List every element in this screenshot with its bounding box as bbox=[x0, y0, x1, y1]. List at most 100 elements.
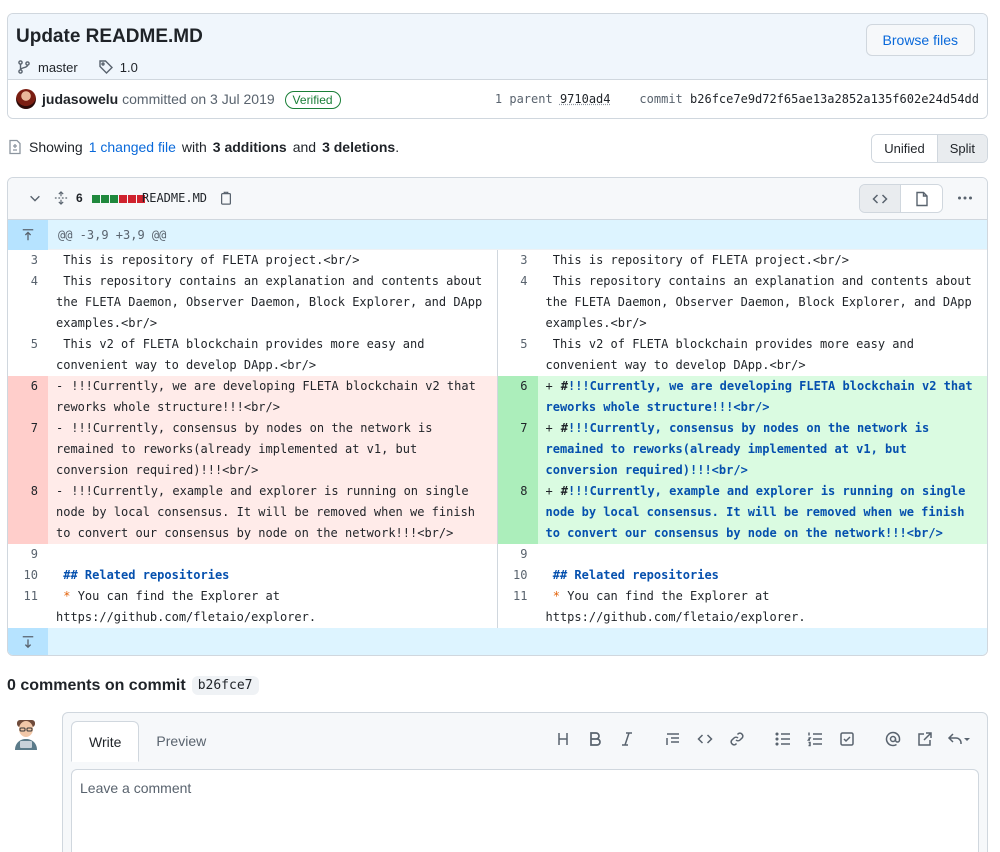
browse-files-button[interactable]: Browse files bbox=[865, 24, 975, 56]
line-code: This repository contains an explanation … bbox=[48, 271, 497, 334]
comments-count: 0 comments on commit bbox=[7, 676, 186, 694]
italic-icon[interactable] bbox=[611, 727, 643, 751]
line-number[interactable]: 9 bbox=[8, 544, 48, 565]
copy-icon[interactable] bbox=[219, 190, 233, 206]
unified-view-button[interactable]: Unified bbox=[872, 135, 937, 162]
saved-reply-icon[interactable] bbox=[941, 727, 977, 751]
deletion-marker: - bbox=[56, 484, 64, 498]
line-text: This is repository of FLETA project.<br/… bbox=[56, 253, 360, 267]
commit-meta-bar: judasowelu committed on 3 Jul 2019 Verif… bbox=[8, 80, 987, 118]
line-code: + #!!!Currently, we are developing FLETA… bbox=[538, 376, 988, 418]
expand-up-icon bbox=[22, 229, 34, 241]
diff-line: 5 This v2 of FLETA blockchain provides m… bbox=[8, 334, 497, 376]
line-code: This v2 of FLETA blockchain provides mor… bbox=[48, 334, 497, 376]
source-view-button[interactable] bbox=[860, 185, 901, 212]
line-number[interactable]: 3 bbox=[498, 250, 538, 271]
commit-refs: master 1.0 bbox=[16, 59, 138, 75]
parent-label: 1 parent bbox=[494, 92, 553, 106]
mention-icon[interactable] bbox=[877, 727, 909, 751]
kebab-menu-icon[interactable] bbox=[957, 190, 973, 206]
link-icon[interactable] bbox=[721, 727, 753, 751]
diff-line: 8- !!!Currently, example and explorer is… bbox=[8, 481, 497, 544]
line-number[interactable]: 3 bbox=[8, 250, 48, 271]
line-number[interactable]: 10 bbox=[8, 565, 48, 586]
code-icon[interactable] bbox=[689, 727, 721, 751]
line-text: This v2 of FLETA blockchain provides mor… bbox=[545, 337, 922, 372]
diff-line: 11 * You can find the Explorer at https:… bbox=[8, 586, 497, 628]
line-code bbox=[48, 544, 497, 565]
chevron-down-icon[interactable] bbox=[28, 191, 42, 205]
line-number[interactable]: 7 bbox=[8, 418, 48, 481]
line-number[interactable]: 8 bbox=[497, 481, 538, 544]
unordered-list-icon[interactable] bbox=[767, 727, 799, 751]
line-text: !!!Currently, we are developing FLETA bl… bbox=[545, 379, 980, 414]
quote-icon[interactable] bbox=[657, 727, 689, 751]
unfold-icon[interactable] bbox=[54, 190, 68, 206]
diffstat-square bbox=[92, 195, 100, 203]
diff-line: 10 ## Related repositories bbox=[8, 565, 497, 586]
line-code: ## Related repositories bbox=[48, 565, 497, 586]
bold-icon[interactable] bbox=[579, 727, 611, 751]
ordered-list-icon[interactable] bbox=[799, 727, 831, 751]
tag-name[interactable]: 1.0 bbox=[120, 60, 138, 75]
file-header: 6 README.MD bbox=[8, 178, 987, 220]
commit-header: Update README.MD master 1.0 Browse files… bbox=[7, 13, 988, 119]
diff-line: 10 ## Related repositories bbox=[498, 565, 988, 586]
comment-textarea[interactable]: Leave a comment bbox=[71, 769, 979, 852]
tab-preview[interactable]: Preview bbox=[139, 721, 223, 762]
line-number[interactable]: 9 bbox=[498, 544, 538, 565]
file-diff-icon bbox=[9, 139, 21, 155]
line-number[interactable]: 4 bbox=[8, 271, 48, 334]
author-avatar[interactable] bbox=[16, 89, 36, 109]
parent-sha-link[interactable]: 9710ad4 bbox=[560, 92, 611, 106]
line-code: - !!!Currently, we are developing FLETA … bbox=[48, 376, 497, 418]
line-number[interactable]: 8 bbox=[8, 481, 48, 544]
line-text: This repository contains an explanation … bbox=[56, 274, 490, 330]
diff-view-toggle: Unified Split bbox=[871, 134, 988, 163]
diffstat-square bbox=[119, 195, 127, 203]
heading-icon[interactable] bbox=[547, 727, 579, 751]
current-user-avatar[interactable] bbox=[12, 718, 40, 750]
line-code: + #!!!Currently, consensus by nodes on t… bbox=[538, 418, 988, 481]
rich-view-button[interactable] bbox=[901, 185, 942, 212]
task-list-icon[interactable] bbox=[831, 727, 863, 751]
changed-files-link[interactable]: 1 changed file bbox=[89, 139, 176, 155]
line-text: This v2 of FLETA blockchain provides mor… bbox=[56, 337, 432, 372]
git-branch-icon bbox=[18, 60, 30, 74]
line-number[interactable]: 6 bbox=[8, 376, 48, 418]
line-number[interactable]: 5 bbox=[498, 334, 538, 376]
hunk-range: @@ -3,9 +3,9 @@ bbox=[58, 228, 167, 242]
markdown-toolbar bbox=[547, 727, 977, 751]
expand-up-button[interactable] bbox=[8, 220, 48, 250]
line-number[interactable]: 11 bbox=[8, 586, 48, 628]
code-icon bbox=[872, 193, 888, 204]
reference-icon[interactable] bbox=[909, 727, 941, 751]
expand-down-button[interactable] bbox=[8, 628, 48, 655]
diff-line: 3 This is repository of FLETA project.<b… bbox=[498, 250, 988, 271]
line-code: * You can find the Explorer at https://g… bbox=[538, 586, 988, 628]
split-view-button[interactable]: Split bbox=[936, 135, 987, 162]
file-view-toggle bbox=[859, 184, 943, 213]
diff-right-side: 3 This is repository of FLETA project.<b… bbox=[497, 250, 988, 628]
hunk-footer bbox=[8, 628, 987, 655]
commit-sha: b26fce7e9d72f65ae13a2852a135f602e24d54dd bbox=[690, 92, 979, 106]
line-number[interactable]: 11 bbox=[498, 586, 538, 628]
with-label: with bbox=[181, 139, 207, 155]
line-number[interactable]: 6 bbox=[497, 376, 538, 418]
line-number[interactable]: 10 bbox=[498, 565, 538, 586]
line-number[interactable]: 4 bbox=[498, 271, 538, 334]
list-bullet: * bbox=[552, 589, 560, 603]
changes-count: 6 bbox=[76, 191, 83, 205]
diffstat-square bbox=[110, 195, 118, 203]
diff-line: 6 + #!!!Currently, we are developing FLET… bbox=[497, 376, 988, 418]
author-name[interactable]: judasowelu bbox=[42, 91, 118, 107]
tab-write[interactable]: Write bbox=[71, 721, 140, 762]
file-name[interactable]: README.MD bbox=[142, 191, 207, 205]
line-number[interactable]: 5 bbox=[8, 334, 48, 376]
verified-badge[interactable]: Verified bbox=[284, 91, 341, 109]
line-text: !!!Currently, we are developing FLETA bl… bbox=[56, 379, 484, 414]
line-number[interactable]: 7 bbox=[497, 418, 538, 481]
branch-name[interactable]: master bbox=[38, 60, 78, 75]
diff-line: 9 bbox=[8, 544, 497, 565]
split-diff: 3 This is repository of FLETA project.<b… bbox=[8, 250, 987, 628]
